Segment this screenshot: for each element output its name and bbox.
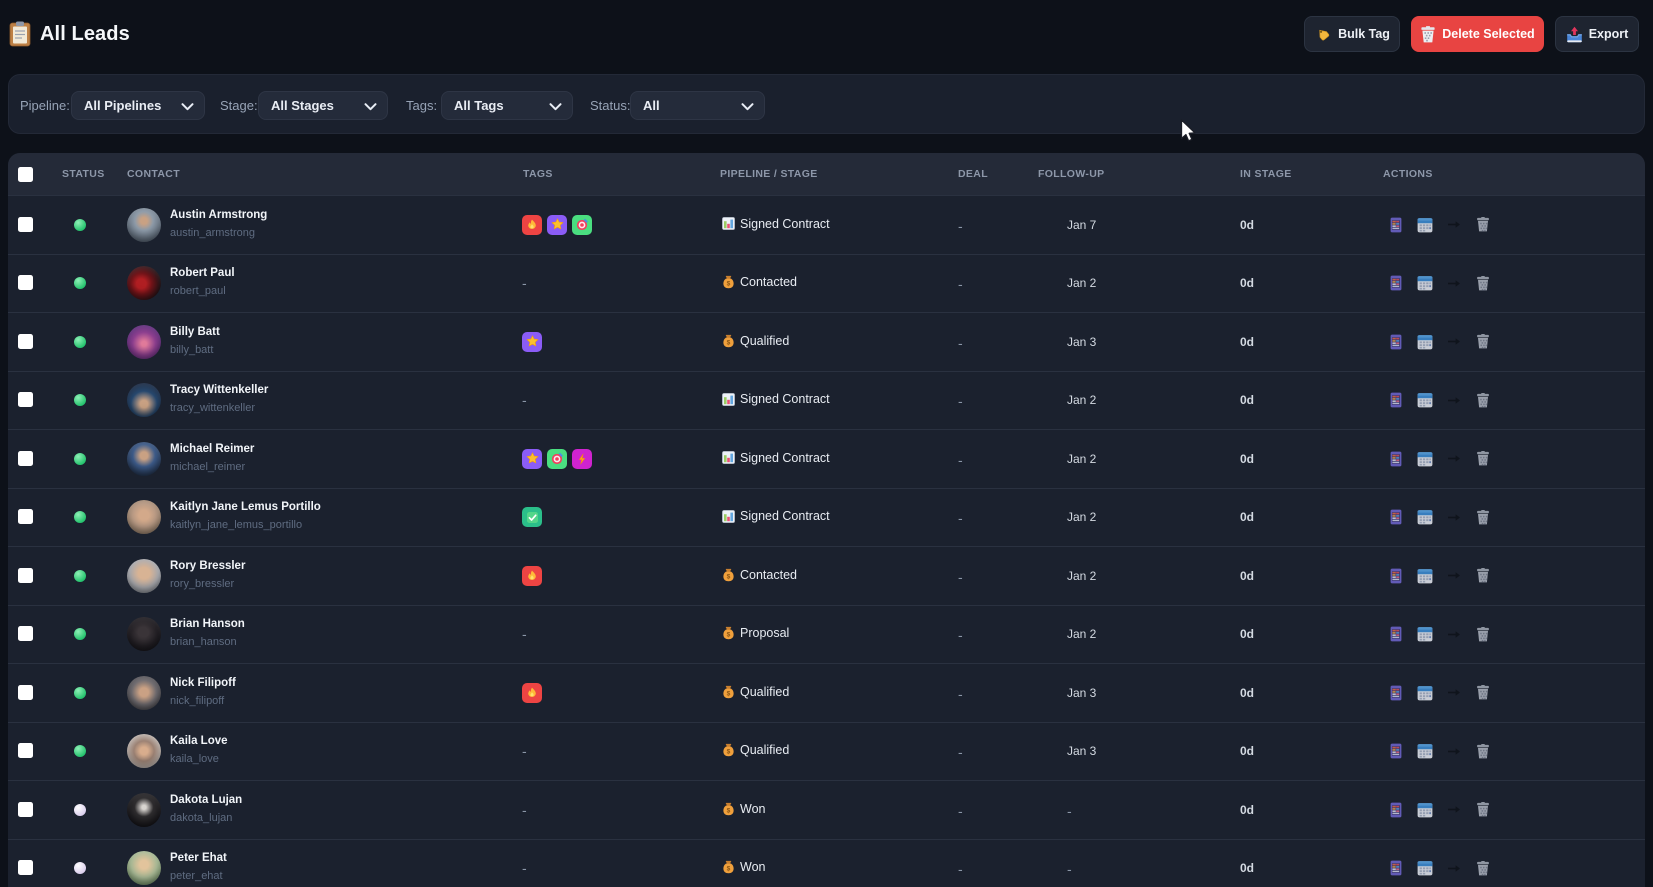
svg-text:$: $ bbox=[727, 339, 731, 346]
svg-text:$: $ bbox=[727, 281, 731, 288]
svg-text:$: $ bbox=[727, 749, 731, 756]
svg-text:$: $ bbox=[727, 632, 731, 639]
svg-text:$: $ bbox=[727, 807, 731, 814]
svg-text:$: $ bbox=[727, 866, 731, 873]
svg-text:$: $ bbox=[727, 573, 731, 580]
svg-text:$: $ bbox=[727, 690, 731, 697]
